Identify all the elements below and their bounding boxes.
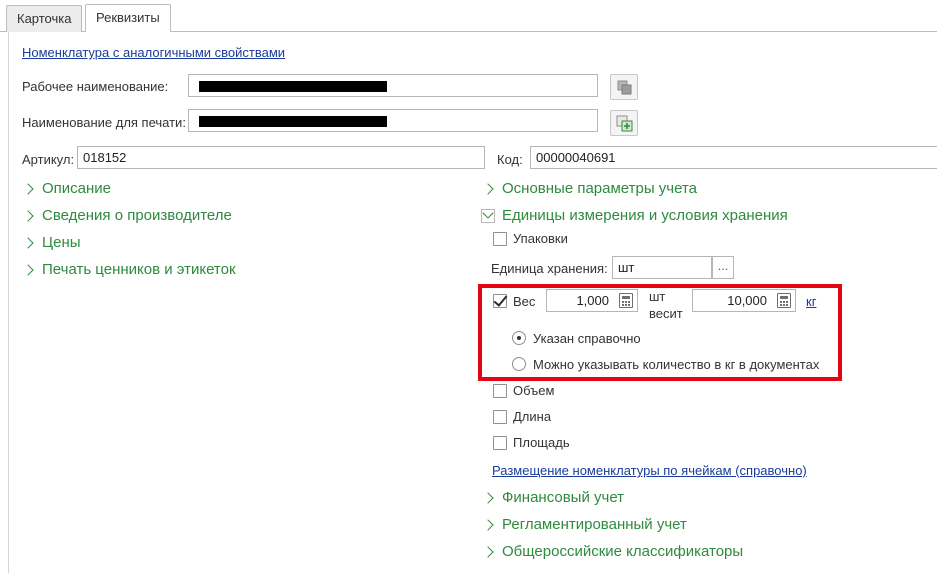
- copy-name-button[interactable]: [610, 74, 638, 100]
- working-name-label: Рабочее наименование:: [22, 79, 169, 94]
- tab-bar: Карточка Реквизиты: [0, 0, 937, 32]
- chevron-right-icon: [22, 183, 34, 195]
- group-label: Единицы измерения и условия хранения: [502, 207, 788, 224]
- copy-icon: [617, 80, 632, 95]
- working-name-input[interactable]: [188, 74, 598, 97]
- print-name-input[interactable]: [188, 109, 598, 132]
- storage-unit-input[interactable]: шт: [612, 256, 712, 279]
- redacted-text: [199, 116, 387, 127]
- redacted-text: [199, 81, 387, 92]
- chevron-right-icon: [22, 210, 34, 222]
- packages-label: Упаковки: [513, 231, 568, 246]
- chevron-right-icon: [482, 492, 494, 504]
- length-checkbox[interactable]: [493, 410, 507, 424]
- form-left-border: [8, 32, 9, 573]
- cells-placement-link[interactable]: Размещение номенклатуры по ячейкам (спра…: [492, 463, 807, 478]
- article-input[interactable]: 018152: [77, 146, 485, 169]
- copy-green-icon: [616, 115, 633, 132]
- chevron-right-icon: [22, 237, 34, 249]
- group-label: Описание: [42, 180, 112, 197]
- group-label: Основные параметры учета: [502, 180, 698, 197]
- code-input[interactable]: 00000040691: [530, 146, 937, 169]
- chevron-right-icon: [22, 264, 34, 276]
- volume-checkbox[interactable]: [493, 384, 507, 398]
- volume-label: Объем: [513, 383, 555, 398]
- chevron-right-icon: [482, 519, 494, 531]
- group-label: Цены: [42, 234, 81, 251]
- storage-unit-label: Единица хранения:: [491, 261, 608, 276]
- chevron-right-icon: [482, 183, 494, 195]
- print-name-label: Наименование для печати:: [22, 115, 186, 130]
- group-label: Общероссийские классификаторы: [502, 543, 744, 560]
- similar-properties-link[interactable]: Номенклатура с аналогичными свойствами: [22, 45, 285, 60]
- highlight-frame: [478, 284, 842, 381]
- code-label: Код:: [497, 152, 523, 167]
- group-label: Регламентированный учет: [502, 516, 687, 533]
- tab-attributes[interactable]: Реквизиты: [85, 4, 171, 32]
- packages-checkbox[interactable]: [493, 232, 507, 246]
- chevron-right-icon: [482, 546, 494, 558]
- storage-unit-select-button[interactable]: ...: [712, 256, 734, 279]
- copy-to-print-button[interactable]: [610, 110, 638, 136]
- area-checkbox[interactable]: [493, 436, 507, 450]
- group-label: Финансовый учет: [502, 489, 625, 506]
- group-label: Печать ценников и этикеток: [42, 261, 236, 278]
- group-label: Сведения о производителе: [42, 207, 232, 224]
- tab-card[interactable]: Карточка: [6, 5, 83, 32]
- length-label: Длина: [513, 409, 552, 424]
- area-label: Площадь: [513, 435, 570, 450]
- article-label: Артикул:: [22, 152, 75, 167]
